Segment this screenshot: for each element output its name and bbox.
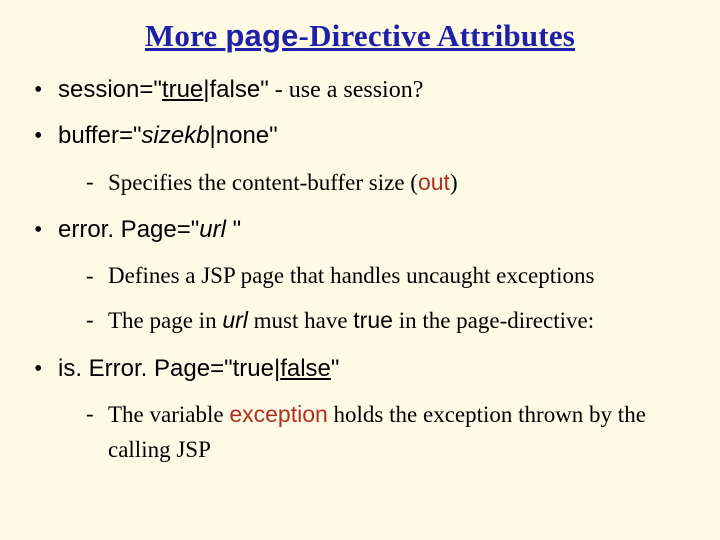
- errorpage-sub2: The page in url must have true in the pa…: [86, 303, 696, 339]
- bullet-list: session="true|false" - use a session? bu…: [24, 74, 696, 467]
- buffer-sub1: Specifies the content-buffer size (out): [86, 165, 696, 201]
- session-desc: - use a session?: [269, 77, 424, 103]
- buffer-sublist: Specifies the content-buffer size (out): [58, 165, 696, 201]
- title-code: page: [225, 18, 298, 53]
- errorpage-eq: =": [177, 216, 200, 243]
- slide: More page-Directive Attributes session="…: [0, 0, 720, 540]
- session-eq: =": [139, 76, 162, 103]
- title-post: -Directive Attributes: [299, 18, 576, 53]
- iserrorpage-false: false: [280, 355, 331, 382]
- buffer-size: sizekb: [141, 122, 209, 149]
- attr-errorpage: error. Page: [58, 216, 177, 243]
- errorpage-sub1: Defines a JSP page that handles uncaught…: [86, 259, 696, 294]
- attr-session: session: [58, 76, 139, 103]
- buffer-sub1-a: Specifies the content-buffer size (: [108, 170, 418, 195]
- errorpage-sub1-text: Defines a JSP page that handles uncaught…: [108, 263, 595, 288]
- iserrorpage-sub1: The variable exception holds the excepti…: [86, 397, 696, 467]
- errorpage-url: url: [199, 216, 232, 243]
- iserrorpage-close: ": [331, 355, 340, 382]
- errorpage-sub2-url: url: [222, 307, 248, 333]
- iserrorpage-sublist: The variable exception holds the excepti…: [58, 397, 696, 467]
- bullet-buffer: buffer="sizekb|none" Specifies the conte…: [32, 120, 696, 200]
- title-pre: More: [145, 18, 225, 53]
- buffer-eq: =": [119, 122, 142, 149]
- attr-buffer: buffer: [58, 122, 119, 149]
- session-false: false": [210, 76, 269, 103]
- buffer-none: none": [216, 122, 278, 149]
- buffer-sub1-b: ): [450, 170, 458, 195]
- iserrorpage-true: true: [233, 355, 274, 382]
- bullet-errorpage: error. Page="url " Defines a JSP page th…: [32, 214, 696, 338]
- errorpage-sublist: Defines a JSP page that handles uncaught…: [58, 259, 696, 339]
- errorpage-sub2-true: true: [353, 307, 393, 333]
- bullet-session: session="true|false" - use a session?: [32, 74, 696, 106]
- attr-iserrorpage: is. Error. Page: [58, 355, 210, 382]
- slide-title: More page-Directive Attributes: [24, 18, 696, 54]
- iserrorpage-sub1-a: The variable: [108, 402, 229, 427]
- errorpage-sub2-c: in the page-directive:: [393, 308, 594, 333]
- iserrorpage-exception: exception: [229, 401, 327, 427]
- errorpage-close: ": [233, 216, 242, 243]
- buffer-out: out: [418, 169, 450, 195]
- errorpage-sub2-a: The page in: [108, 308, 222, 333]
- bullet-iserrorpage: is. Error. Page="true|false" The variabl…: [32, 353, 696, 467]
- iserrorpage-eq: =": [210, 355, 233, 382]
- errorpage-sub2-b: must have: [248, 308, 353, 333]
- session-true: true: [162, 76, 203, 103]
